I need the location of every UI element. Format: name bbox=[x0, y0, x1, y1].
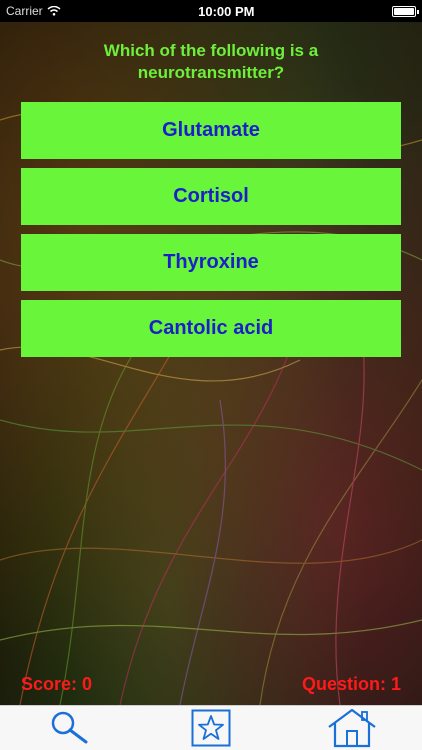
tab-bar bbox=[0, 705, 422, 750]
score-label: Score: 0 bbox=[21, 674, 93, 694]
answer-button-1[interactable]: Glutamate bbox=[21, 102, 401, 159]
status-bar: Carrier 10:00 PM bbox=[0, 0, 422, 22]
question-text: Which of the following is a neurotransmi… bbox=[103, 41, 319, 82]
status-left: Carrier bbox=[6, 4, 61, 18]
carrier-label: Carrier bbox=[6, 4, 43, 18]
status-time: 10:00 PM bbox=[198, 3, 255, 19]
search-icon bbox=[52, 711, 88, 744]
answer-button-2[interactable]: Cortisol bbox=[21, 168, 401, 225]
answer-list: Glutamate Cortisol Thyroxine Cantolic ac… bbox=[21, 102, 401, 366]
star-icon bbox=[191, 709, 231, 747]
wifi-icon bbox=[47, 6, 61, 16]
battery-fill bbox=[393, 7, 414, 15]
answer-button-3[interactable]: Thyroxine bbox=[21, 234, 401, 291]
battery-icon bbox=[391, 5, 419, 17]
tab-home[interactable] bbox=[322, 706, 382, 750]
question-counter: Question: 1 bbox=[301, 674, 401, 694]
answer-button-4[interactable]: Cantolic acid bbox=[21, 300, 401, 357]
tab-favorites[interactable] bbox=[181, 706, 241, 750]
tab-search[interactable] bbox=[40, 706, 100, 750]
home-icon bbox=[327, 708, 376, 748]
